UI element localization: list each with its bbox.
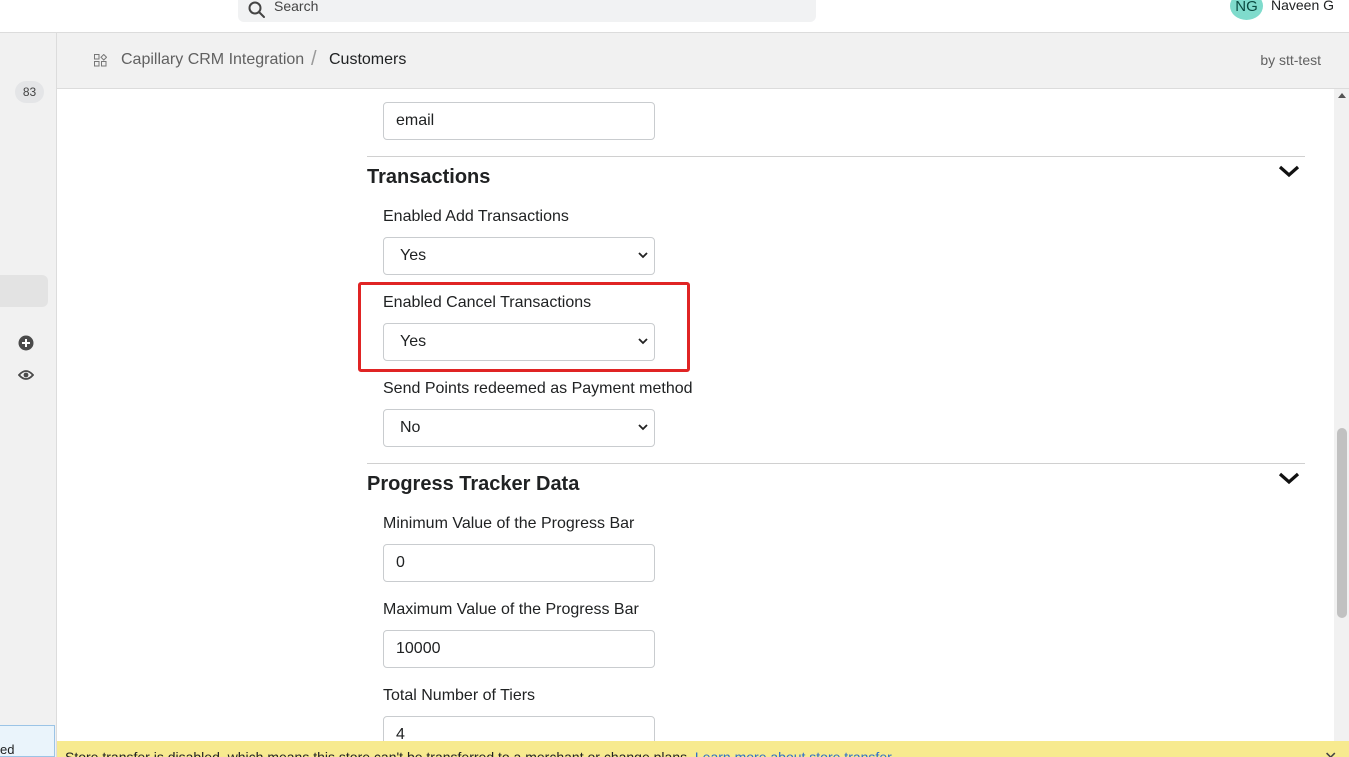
notification-badge: 83 [15, 81, 44, 103]
send-points-label: Send Points redeemed as Payment method [383, 380, 693, 397]
scrollbar[interactable] [1334, 89, 1349, 757]
select-chevron-icon [638, 252, 648, 259]
transactions-section-title: Transactions [367, 166, 491, 188]
add-circle-icon[interactable] [18, 335, 34, 351]
email-field[interactable]: email [383, 102, 655, 140]
section-divider [367, 463, 1305, 464]
search-icon [248, 1, 265, 18]
select-chevron-icon [638, 424, 648, 431]
enabled-cancel-transactions-select[interactable]: Yes [383, 323, 655, 361]
banner-learn-more-link[interactable]: Learn more about store transfer [695, 749, 892, 757]
enabled-cancel-transactions-label: Enabled Cancel Transactions [383, 294, 592, 311]
top-bar: Search NG Naveen G [0, 0, 1349, 33]
banner-message: Store transfer is disabled, which means … [65, 749, 695, 757]
chevron-down-icon[interactable] [1278, 164, 1300, 178]
app-header: Capillary CRM Integration / Customers by… [57, 33, 1349, 89]
send-points-value: No [400, 419, 421, 436]
banner-text-wrap: Store transfer is disabled, which means … [65, 749, 892, 757]
section-divider [367, 156, 1305, 157]
chevron-down-icon[interactable] [1278, 471, 1300, 485]
sidebar [0, 33, 57, 757]
total-tiers-label: Total Number of Tiers [383, 687, 536, 704]
enabled-add-transactions-select[interactable]: Yes [383, 237, 655, 275]
progress-section-title: Progress Tracker Data [367, 473, 580, 495]
store-transfer-banner: Store transfer is disabled, which means … [57, 741, 1349, 757]
enabled-add-transactions-label: Enabled Add Transactions [383, 208, 569, 225]
app-developer-text: by stt-test [1260, 52, 1321, 68]
select-chevron-icon [638, 338, 648, 345]
min-progress-input[interactable]: 0 [383, 544, 655, 582]
scrollbar-thumb[interactable] [1337, 428, 1347, 618]
user-avatar[interactable]: NG [1230, 0, 1263, 20]
breadcrumb-app-link[interactable]: Capillary CRM Integration [121, 51, 304, 69]
send-points-select[interactable]: No [383, 409, 655, 447]
sidebar-active-item[interactable] [0, 275, 48, 307]
breadcrumb-current-page: Customers [329, 51, 407, 68]
close-icon[interactable]: ✕ [1324, 748, 1337, 757]
settings-form: email Transactions Enabled Add Transacti… [57, 89, 1334, 757]
eye-icon[interactable] [18, 368, 34, 382]
search-bar[interactable]: Search [238, 0, 816, 22]
enabled-add-transactions-value: Yes [400, 247, 427, 264]
enabled-cancel-transactions-value: Yes [400, 333, 427, 350]
max-progress-input[interactable]: 10000 [383, 630, 655, 668]
apps-icon [94, 54, 107, 67]
search-placeholder: Search [274, 0, 319, 14]
breadcrumb-separator: / [311, 48, 317, 70]
scroll-up-arrow-icon[interactable] [1338, 93, 1346, 98]
min-progress-label: Minimum Value of the Progress Bar [383, 515, 635, 532]
max-progress-label: Maximum Value of the Progress Bar [383, 601, 639, 618]
user-name[interactable]: Naveen G [1271, 0, 1334, 13]
sidebar-notice-text: ed [0, 742, 15, 757]
